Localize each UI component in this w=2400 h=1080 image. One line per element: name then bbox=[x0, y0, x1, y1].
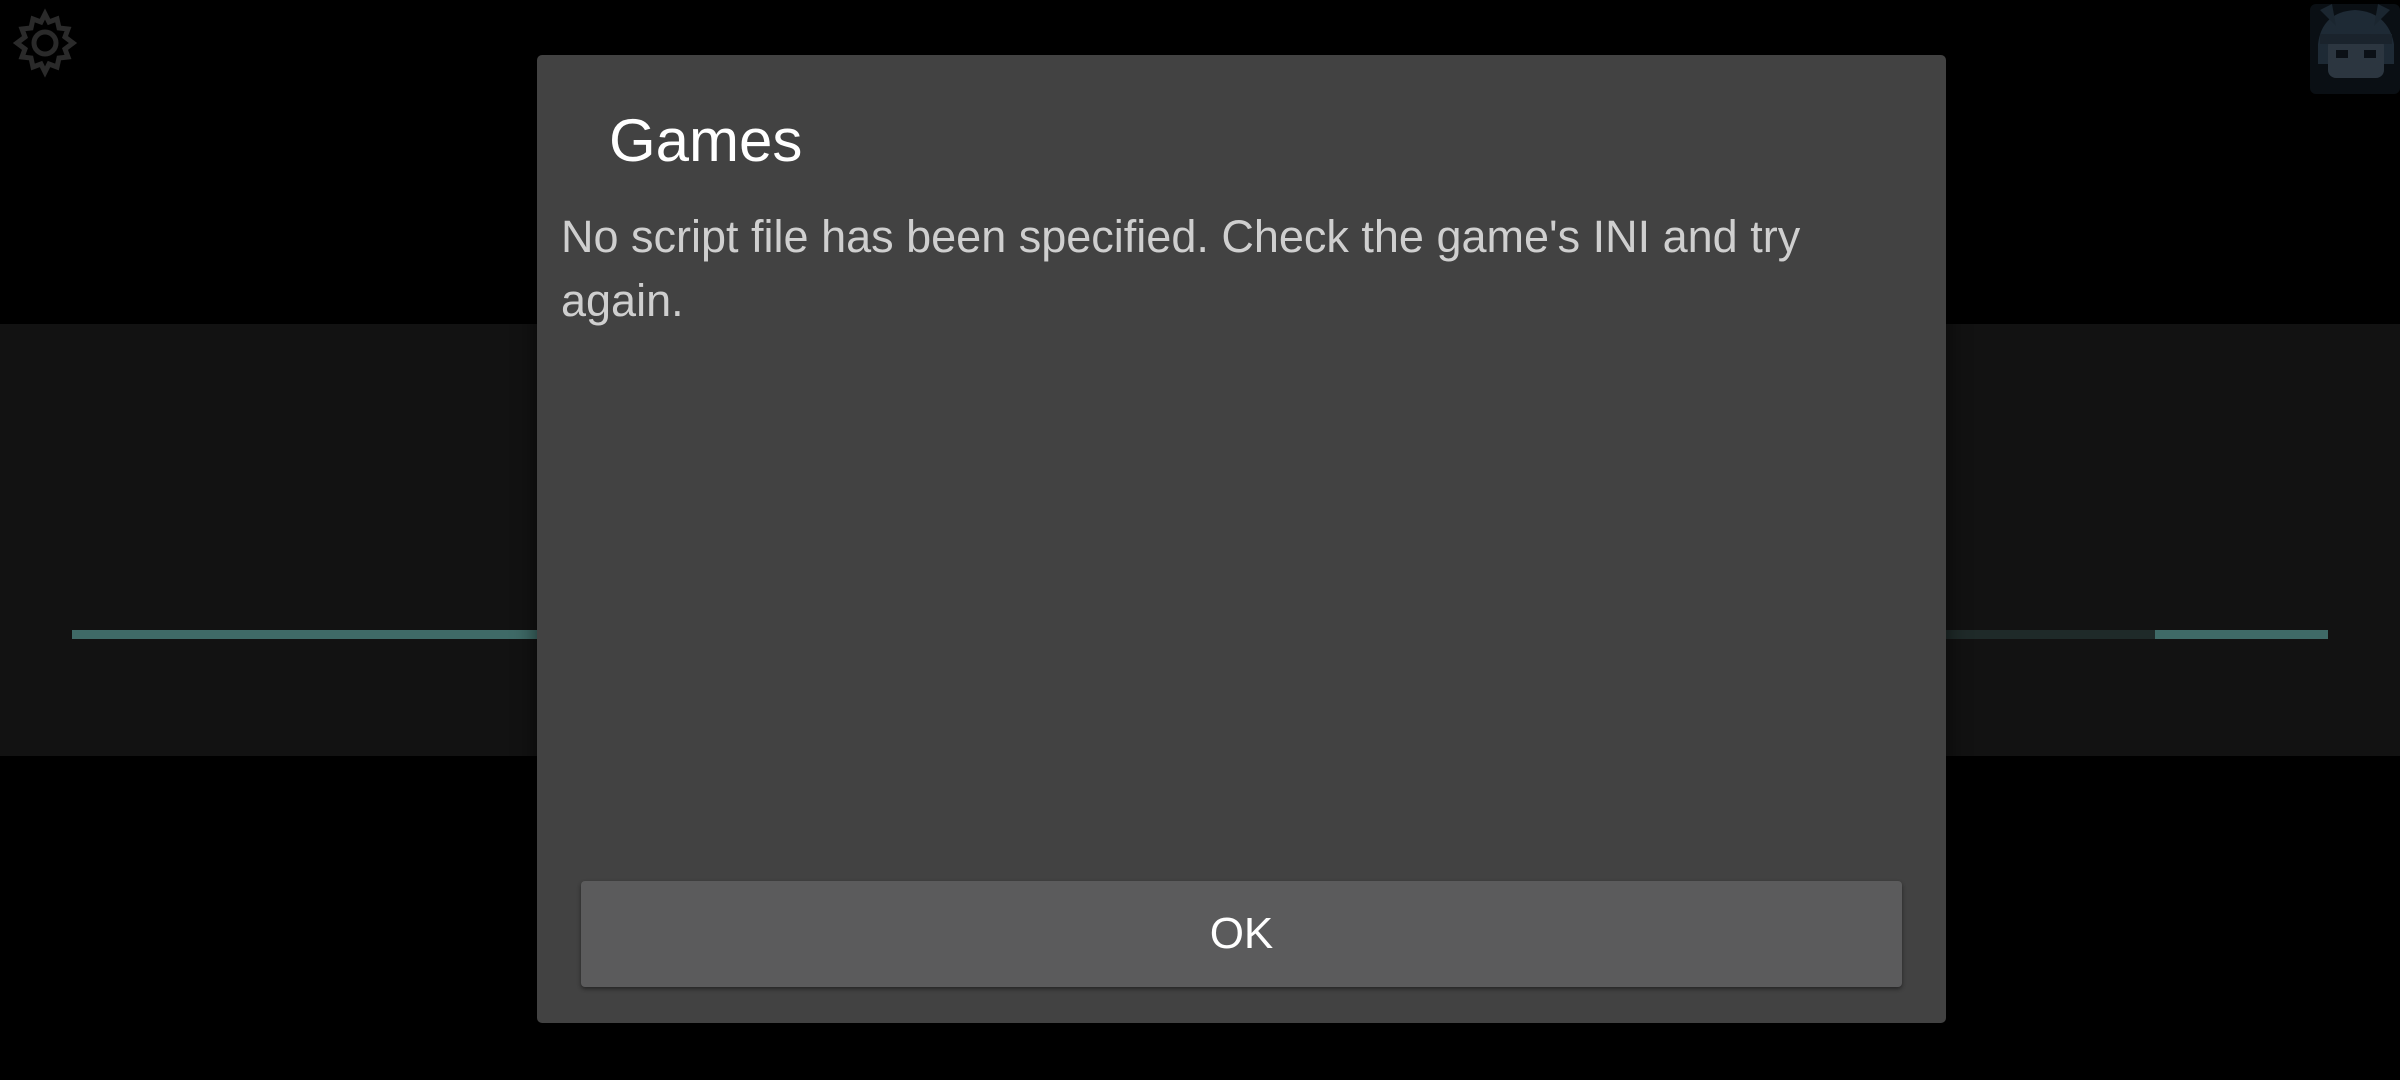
dialog-message: No script file has been specified. Check… bbox=[561, 211, 1801, 326]
ok-button[interactable]: OK bbox=[581, 881, 1902, 987]
dialog-title: Games bbox=[609, 107, 803, 174]
app-screen: Games No script file has been specified.… bbox=[0, 0, 2400, 1080]
progress-fill-right bbox=[2155, 630, 2328, 639]
alert-dialog: Games No script file has been specified.… bbox=[537, 55, 1946, 1023]
progress-fill-left bbox=[72, 630, 592, 639]
settings-gear-icon[interactable] bbox=[10, 8, 80, 78]
character-avatar-icon[interactable] bbox=[2310, 4, 2400, 94]
